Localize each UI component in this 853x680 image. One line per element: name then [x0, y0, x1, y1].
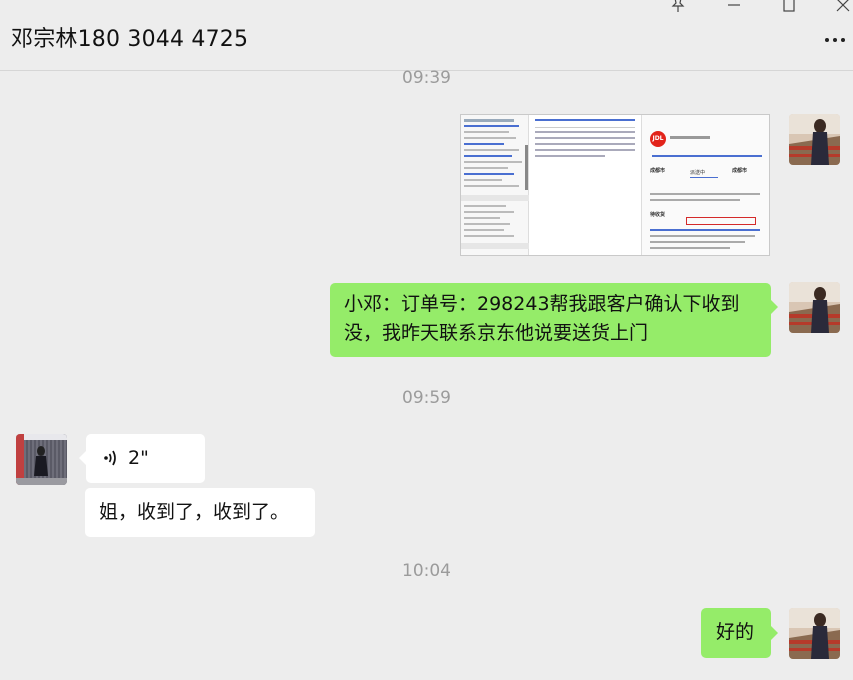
bubble-tail: [79, 451, 86, 465]
voice-message[interactable]: 2": [86, 434, 205, 483]
avatar[interactable]: [789, 114, 840, 165]
minimize-icon[interactable]: [724, 0, 744, 14]
close-icon[interactable]: [833, 0, 853, 14]
incoming-text-message[interactable]: 姐，收到了，收到了。: [85, 488, 315, 537]
avatar[interactable]: [789, 608, 840, 659]
image-message[interactable]: JDL 成都市 派送中 成都市 待收货: [460, 114, 770, 256]
screenshot-tracking-card: JDL 成都市 派送中 成都市 待收货: [641, 115, 769, 255]
avatar[interactable]: [789, 282, 840, 333]
screenshot-table: [531, 115, 641, 255]
message-text: 小邓：订单号：298243帮我跟客户确认下收到没，我昨天联系京东他说要送货上门: [344, 293, 740, 344]
maximize-icon[interactable]: [779, 0, 799, 14]
bubble-tail: [771, 626, 778, 640]
contact-name[interactable]: 邓宗林180 3044 4725: [11, 21, 248, 53]
jdl-logo-icon: JDL: [650, 131, 666, 147]
timestamp: 09:59: [402, 388, 451, 408]
chat-header: 邓宗林180 3044 4725: [0, 0, 853, 71]
avatar[interactable]: [16, 434, 67, 485]
message-text: 姐，收到了，收到了。: [99, 501, 290, 523]
message-text: 好的: [716, 621, 755, 643]
pin-icon[interactable]: [668, 0, 688, 14]
timestamp: 09:39: [402, 68, 451, 88]
voice-duration: 2": [128, 447, 149, 469]
bubble-tail: [771, 300, 778, 314]
voice-icon: [102, 444, 122, 481]
timestamp: 10:04: [402, 561, 451, 581]
screenshot-left-panel: [461, 115, 529, 255]
outgoing-text-message[interactable]: 小邓：订单号：298243帮我跟客户确认下收到没，我昨天联系京东他说要送货上门: [330, 283, 771, 357]
outgoing-text-message[interactable]: 好的: [701, 608, 771, 658]
more-options-icon[interactable]: [825, 38, 845, 42]
